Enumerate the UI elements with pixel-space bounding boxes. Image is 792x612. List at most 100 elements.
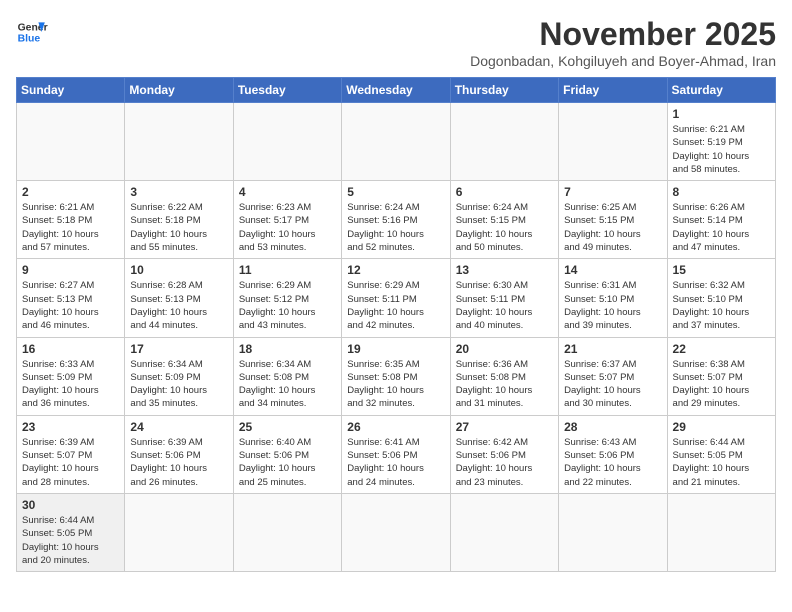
- day-of-week-header: Sunday: [17, 78, 125, 103]
- day-number: 8: [673, 185, 770, 199]
- day-info: Sunrise: 6:35 AMSunset: 5:08 PMDaylight:…: [347, 358, 444, 411]
- day-number: 22: [673, 342, 770, 356]
- day-info: Sunrise: 6:22 AMSunset: 5:18 PMDaylight:…: [130, 201, 227, 254]
- calendar-day-cell: 26 Sunrise: 6:41 AMSunset: 5:06 PMDayligh…: [342, 415, 450, 493]
- day-number: 30: [22, 498, 119, 512]
- day-info: Sunrise: 6:31 AMSunset: 5:10 PMDaylight:…: [564, 279, 661, 332]
- calendar-day-cell: 3 Sunrise: 6:22 AMSunset: 5:18 PMDaylight…: [125, 181, 233, 259]
- day-info: Sunrise: 6:21 AMSunset: 5:18 PMDaylight:…: [22, 201, 119, 254]
- calendar-week-row: 2Sunrise: 6:21 AMSunset: 5:18 PMDaylight…: [17, 181, 776, 259]
- calendar-body: 1 Sunrise: 6:21 AMSunset: 5:19 PMDaylight…: [17, 103, 776, 572]
- calendar-day-cell: 5Sunrise: 6:24 AMSunset: 5:16 PMDaylight…: [342, 181, 450, 259]
- calendar-day-cell: [450, 103, 558, 181]
- day-header-row: SundayMondayTuesdayWednesdayThursdayFrid…: [17, 78, 776, 103]
- day-of-week-header: Wednesday: [342, 78, 450, 103]
- day-number: 27: [456, 420, 553, 434]
- day-info: Sunrise: 6:42 AMSunset: 5:06 PMDaylight:…: [456, 436, 553, 489]
- calendar-day-cell: [233, 493, 341, 571]
- day-info: Sunrise: 6:34 AMSunset: 5:08 PMDaylight:…: [239, 358, 336, 411]
- day-number: 7: [564, 185, 661, 199]
- day-info: Sunrise: 6:34 AMSunset: 5:09 PMDaylight:…: [130, 358, 227, 411]
- title-block: November 2025 Dogonbadan, Kohgiluyeh and…: [470, 16, 776, 69]
- calendar-day-cell: 21 Sunrise: 6:37 AMSunset: 5:07 PMDayligh…: [559, 337, 667, 415]
- calendar-day-cell: 18 Sunrise: 6:34 AMSunset: 5:08 PMDayligh…: [233, 337, 341, 415]
- calendar-day-cell: [233, 103, 341, 181]
- calendar-day-cell: 11 Sunrise: 6:29 AMSunset: 5:12 PMDayligh…: [233, 259, 341, 337]
- logo-icon: General Blue: [16, 16, 48, 48]
- day-number: 3: [130, 185, 227, 199]
- calendar-day-cell: [559, 493, 667, 571]
- calendar-day-cell: [667, 493, 775, 571]
- location-subtitle: Dogonbadan, Kohgiluyeh and Boyer-Ahmad, …: [470, 53, 776, 69]
- day-number: 6: [456, 185, 553, 199]
- calendar-week-row: 23Sunrise: 6:39 AMSunset: 5:07 PMDayligh…: [17, 415, 776, 493]
- calendar-day-cell: 30 Sunrise: 6:44 AMSunset: 5:05 PMDayligh…: [17, 493, 125, 571]
- calendar-day-cell: 19 Sunrise: 6:35 AMSunset: 5:08 PMDayligh…: [342, 337, 450, 415]
- day-info: Sunrise: 6:41 AMSunset: 5:06 PMDaylight:…: [347, 436, 444, 489]
- calendar-day-cell: 20Sunrise: 6:36 AMSunset: 5:08 PMDayligh…: [450, 337, 558, 415]
- calendar-day-cell: 12Sunrise: 6:29 AMSunset: 5:11 PMDayligh…: [342, 259, 450, 337]
- day-info: Sunrise: 6:30 AMSunset: 5:11 PMDaylight:…: [456, 279, 553, 332]
- calendar-day-cell: 8 Sunrise: 6:26 AMSunset: 5:14 PMDaylight…: [667, 181, 775, 259]
- calendar-day-cell: [450, 493, 558, 571]
- logo: General Blue: [16, 16, 48, 48]
- calendar-week-row: 1 Sunrise: 6:21 AMSunset: 5:19 PMDaylight…: [17, 103, 776, 181]
- day-info: Sunrise: 6:23 AMSunset: 5:17 PMDaylight:…: [239, 201, 336, 254]
- day-number: 11: [239, 263, 336, 277]
- day-info: Sunrise: 6:36 AMSunset: 5:08 PMDaylight:…: [456, 358, 553, 411]
- month-title: November 2025: [470, 16, 776, 53]
- day-info: Sunrise: 6:43 AMSunset: 5:06 PMDaylight:…: [564, 436, 661, 489]
- day-of-week-header: Monday: [125, 78, 233, 103]
- day-of-week-header: Thursday: [450, 78, 558, 103]
- day-number: 1: [673, 107, 770, 121]
- calendar-day-cell: 16 Sunrise: 6:33 AMSunset: 5:09 PMDayligh…: [17, 337, 125, 415]
- calendar-day-cell: [559, 103, 667, 181]
- calendar-day-cell: 25Sunrise: 6:40 AMSunset: 5:06 PMDayligh…: [233, 415, 341, 493]
- day-of-week-header: Tuesday: [233, 78, 341, 103]
- calendar-day-cell: 22 Sunrise: 6:38 AMSunset: 5:07 PMDayligh…: [667, 337, 775, 415]
- svg-text:Blue: Blue: [18, 34, 41, 45]
- day-number: 13: [456, 263, 553, 277]
- calendar-day-cell: 29Sunrise: 6:44 AMSunset: 5:05 PMDayligh…: [667, 415, 775, 493]
- calendar-day-cell: 24Sunrise: 6:39 AMSunset: 5:06 PMDayligh…: [125, 415, 233, 493]
- day-info: Sunrise: 6:37 AMSunset: 5:07 PMDaylight:…: [564, 358, 661, 411]
- day-info: Sunrise: 6:21 AMSunset: 5:19 PMDaylight:…: [673, 123, 770, 176]
- calendar-day-cell: 28 Sunrise: 6:43 AMSunset: 5:06 PMDayligh…: [559, 415, 667, 493]
- day-number: 28: [564, 420, 661, 434]
- calendar-week-row: 30 Sunrise: 6:44 AMSunset: 5:05 PMDayligh…: [17, 493, 776, 571]
- day-info: Sunrise: 6:26 AMSunset: 5:14 PMDaylight:…: [673, 201, 770, 254]
- day-number: 21: [564, 342, 661, 356]
- calendar-week-row: 16 Sunrise: 6:33 AMSunset: 5:09 PMDayligh…: [17, 337, 776, 415]
- day-number: 14: [564, 263, 661, 277]
- calendar-day-cell: 6 Sunrise: 6:24 AMSunset: 5:15 PMDaylight…: [450, 181, 558, 259]
- calendar-day-cell: [125, 103, 233, 181]
- day-info: Sunrise: 6:38 AMSunset: 5:07 PMDaylight:…: [673, 358, 770, 411]
- day-info: Sunrise: 6:39 AMSunset: 5:06 PMDaylight:…: [130, 436, 227, 489]
- calendar-day-cell: 23Sunrise: 6:39 AMSunset: 5:07 PMDayligh…: [17, 415, 125, 493]
- day-number: 10: [130, 263, 227, 277]
- day-info: Sunrise: 6:40 AMSunset: 5:06 PMDaylight:…: [239, 436, 336, 489]
- day-info: Sunrise: 6:44 AMSunset: 5:05 PMDaylight:…: [673, 436, 770, 489]
- calendar-day-cell: 7 Sunrise: 6:25 AMSunset: 5:15 PMDaylight…: [559, 181, 667, 259]
- day-number: 16: [22, 342, 119, 356]
- day-number: 9: [22, 263, 119, 277]
- day-info: Sunrise: 6:25 AMSunset: 5:15 PMDaylight:…: [564, 201, 661, 254]
- day-number: 26: [347, 420, 444, 434]
- day-number: 19: [347, 342, 444, 356]
- calendar-day-cell: 4Sunrise: 6:23 AMSunset: 5:17 PMDaylight…: [233, 181, 341, 259]
- calendar-day-cell: 27 Sunrise: 6:42 AMSunset: 5:06 PMDayligh…: [450, 415, 558, 493]
- day-number: 23: [22, 420, 119, 434]
- day-info: Sunrise: 6:29 AMSunset: 5:12 PMDaylight:…: [239, 279, 336, 332]
- day-info: Sunrise: 6:24 AMSunset: 5:16 PMDaylight:…: [347, 201, 444, 254]
- day-number: 17: [130, 342, 227, 356]
- calendar-day-cell: 10Sunrise: 6:28 AMSunset: 5:13 PMDayligh…: [125, 259, 233, 337]
- day-info: Sunrise: 6:33 AMSunset: 5:09 PMDaylight:…: [22, 358, 119, 411]
- day-info: Sunrise: 6:27 AMSunset: 5:13 PMDaylight:…: [22, 279, 119, 332]
- day-info: Sunrise: 6:24 AMSunset: 5:15 PMDaylight:…: [456, 201, 553, 254]
- calendar-header: SundayMondayTuesdayWednesdayThursdayFrid…: [17, 78, 776, 103]
- calendar-table: SundayMondayTuesdayWednesdayThursdayFrid…: [16, 77, 776, 572]
- day-of-week-header: Saturday: [667, 78, 775, 103]
- day-number: 18: [239, 342, 336, 356]
- calendar-week-row: 9 Sunrise: 6:27 AMSunset: 5:13 PMDaylight…: [17, 259, 776, 337]
- day-info: Sunrise: 6:44 AMSunset: 5:05 PMDaylight:…: [22, 514, 119, 567]
